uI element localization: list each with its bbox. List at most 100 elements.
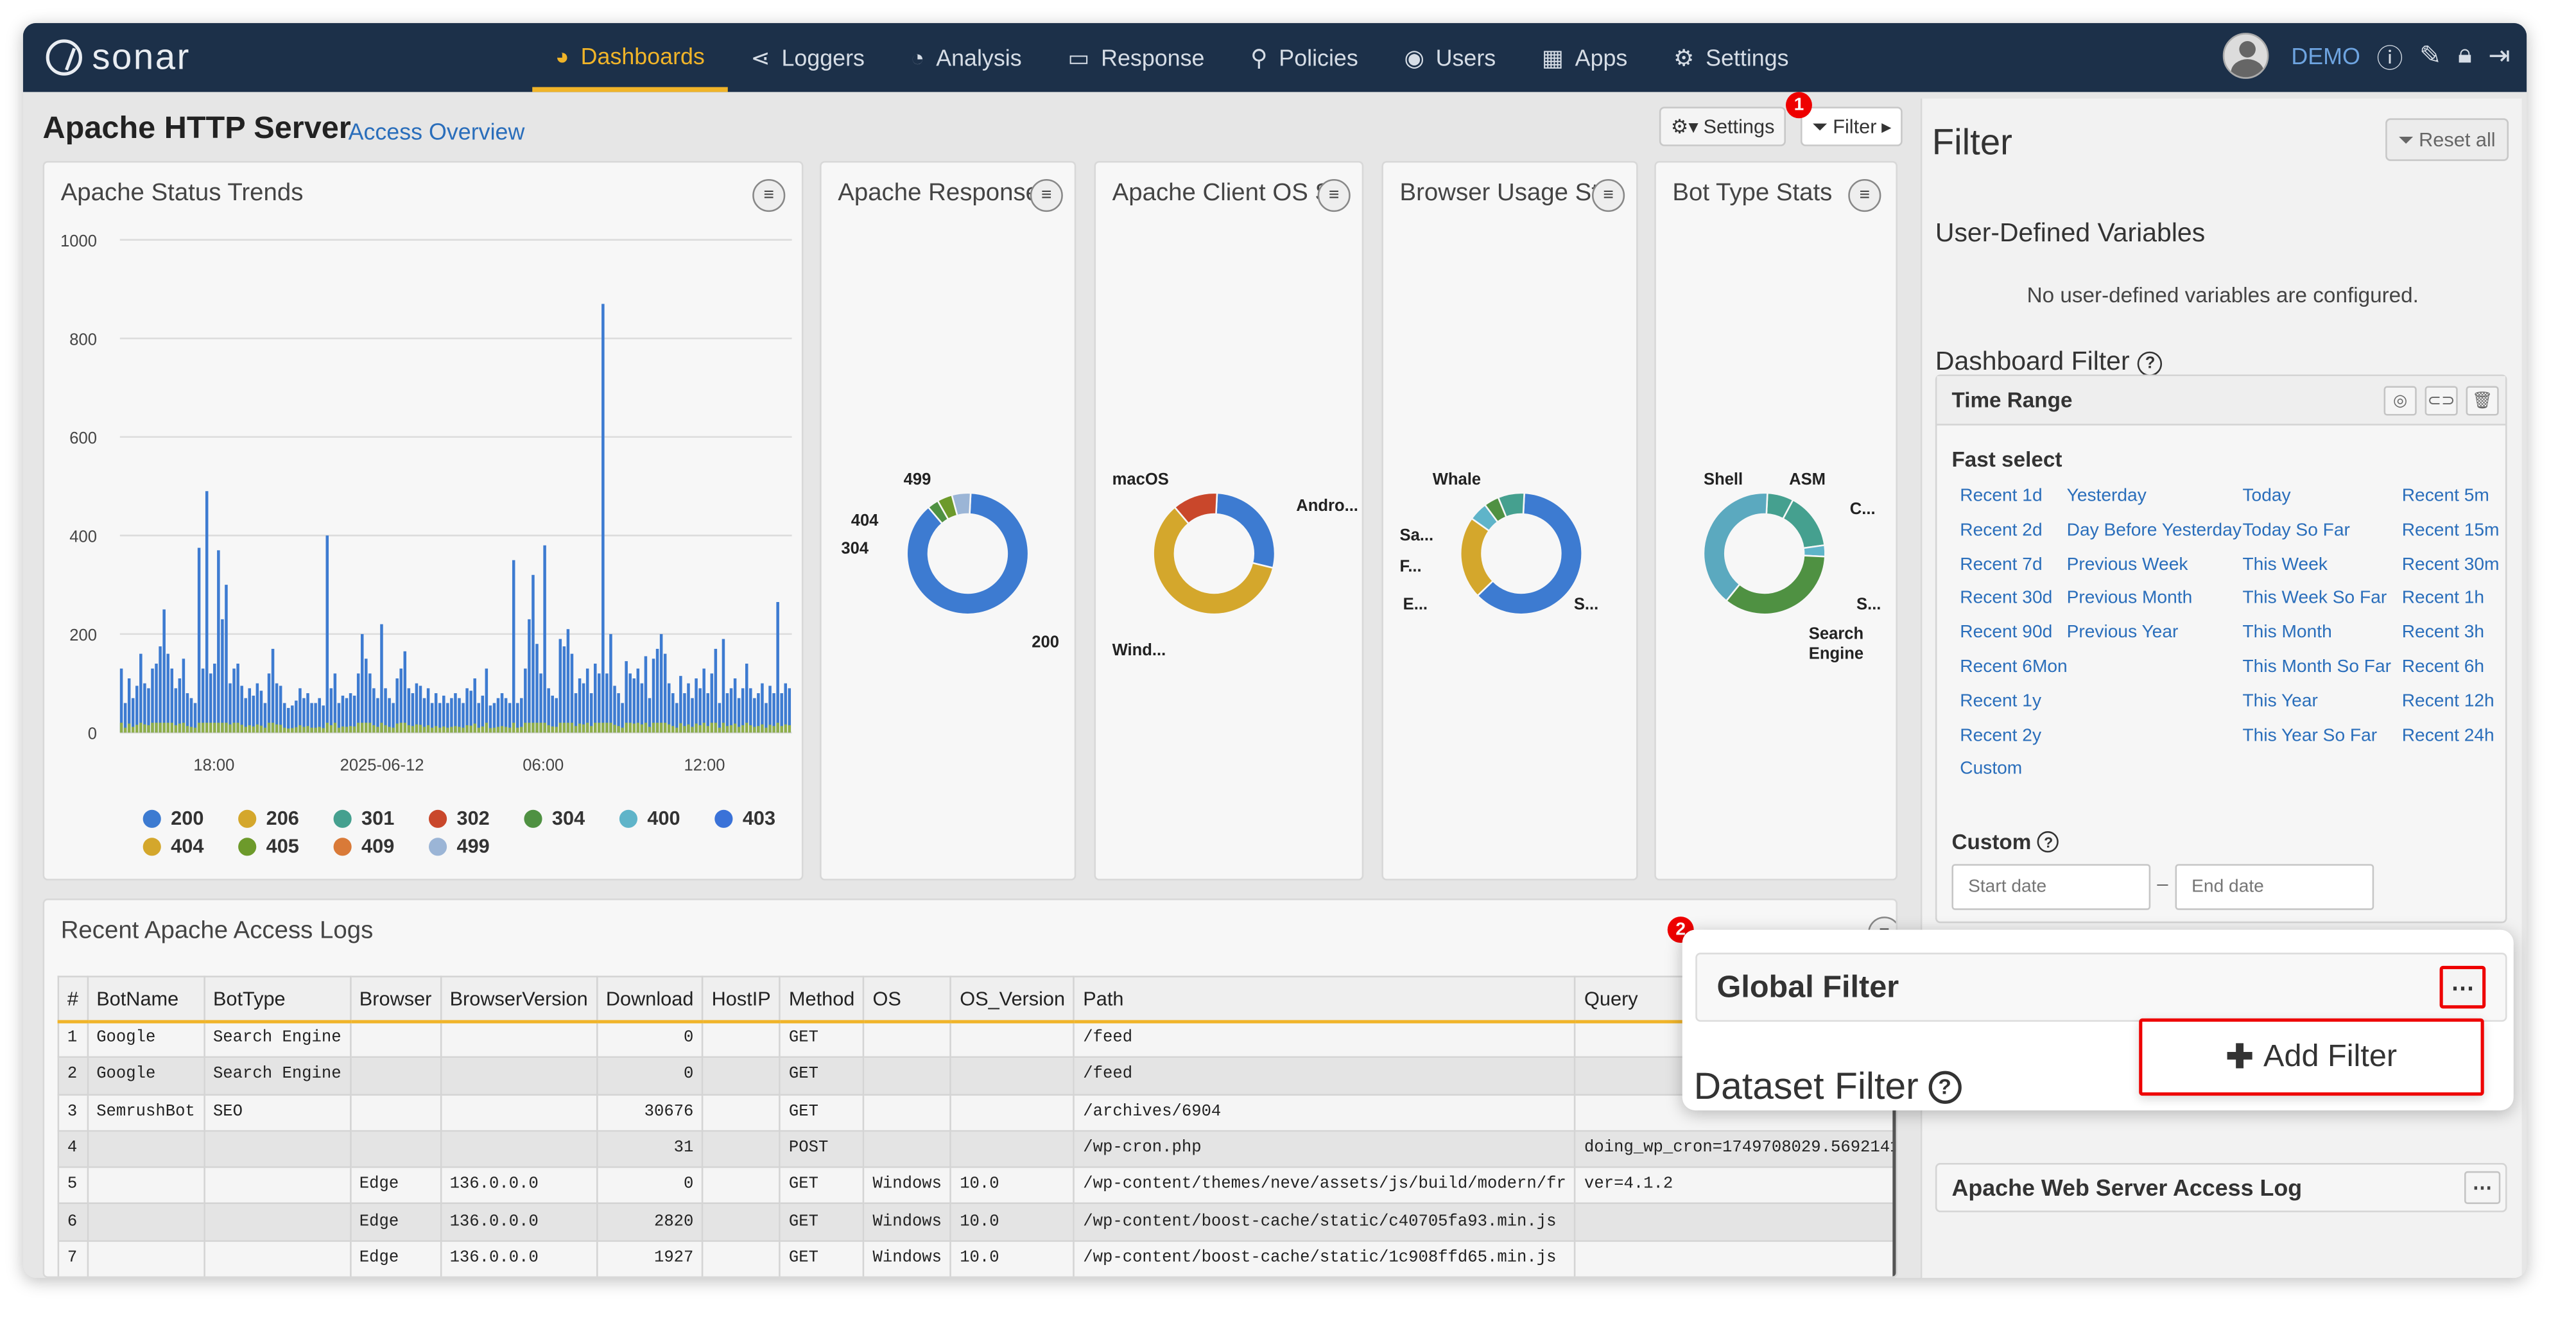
start-date-input[interactable] [1951, 864, 2151, 910]
help-icon[interactable]: ? [1928, 1070, 1962, 1103]
fast-select-link[interactable]: Recent 6h [2402, 655, 2500, 681]
table-row[interactable]: 3 SemrushBot SEO 30676 GET/archives/6904 [57, 1093, 1896, 1132]
reset-all-button[interactable]: ⏷ Reset all [2385, 118, 2509, 161]
legend-item[interactable]: 403 [714, 807, 780, 829]
filter-button[interactable]: ⏷ Filter ▸ [1801, 107, 1903, 146]
nav-response[interactable]: ▭ Response [1044, 23, 1227, 92]
fast-select-link[interactable]: This Month [2242, 621, 2391, 647]
legend-item[interactable]: 200 [143, 807, 209, 829]
fast-select-link[interactable]: Custom [1960, 758, 2067, 784]
fast-select-link[interactable]: Recent 2y [1960, 724, 2067, 750]
toggle-icon[interactable]: ⊂⊃ [2425, 386, 2458, 416]
nav-loggers[interactable]: ⋖ Loggers [728, 23, 888, 92]
sonar-logo[interactable]: sonar [46, 36, 191, 79]
slice-label: 404 [851, 512, 879, 530]
fast-select-link[interactable]: Recent 1d [1960, 485, 2067, 510]
fast-select-link[interactable]: Previous Week [2067, 553, 2242, 578]
fast-select-link[interactable]: This Month So Far [2242, 655, 2391, 681]
legend-item[interactable]: 304 [524, 807, 589, 829]
trash-icon[interactable]: 🗑︎ [2466, 386, 2499, 416]
bar-segment [143, 724, 146, 733]
fast-select-link[interactable]: Yesterday [2067, 485, 2242, 510]
bar-segment [636, 723, 640, 733]
nav-users[interactable]: ◉ Users [1381, 23, 1519, 92]
global-filter-menu-button[interactable]: ⋯ [2439, 965, 2486, 1009]
fast-select-link[interactable]: This Year [2242, 689, 2391, 715]
legend-item[interactable]: 400 [619, 807, 685, 829]
fast-select-link[interactable]: Recent 5m [2402, 485, 2500, 510]
column-header[interactable]: BotName [86, 976, 205, 1023]
fast-select-link[interactable]: Recent 24h [2402, 724, 2500, 750]
fast-select-link[interactable]: Recent 12h [2402, 689, 2500, 715]
fast-select-link[interactable]: Recent 90d [1960, 621, 2067, 647]
column-header[interactable]: BrowserVersion [440, 976, 598, 1023]
fast-select-link[interactable]: Recent 1y [1960, 689, 2067, 715]
legend-item[interactable]: 499 [428, 834, 494, 857]
fast-select-link[interactable]: This Year So Far [2242, 724, 2391, 750]
fast-select-link[interactable]: This Week So Far [2242, 587, 2391, 613]
info-icon[interactable]: ⓘ [2376, 36, 2403, 75]
bar-segment [201, 723, 205, 733]
page-subtitle[interactable]: Access Overview [349, 118, 525, 144]
column-header[interactable]: Path [1073, 976, 1577, 1023]
fast-select-link[interactable]: Recent 7d [1960, 553, 2067, 578]
legend-item[interactable]: 409 [333, 834, 399, 857]
column-header[interactable]: Download [596, 976, 704, 1023]
fast-select-link[interactable]: This Week [2242, 553, 2391, 578]
fast-select-link[interactable]: Recent 15m [2402, 519, 2500, 544]
legend-item[interactable]: 302 [428, 807, 494, 829]
legend-item[interactable]: 404 [143, 834, 209, 857]
fast-select-link[interactable]: Previous Month [2067, 587, 2242, 613]
table-row[interactable]: 4 31 POST/wp-cron.php doing_wp_cron=1749708… [57, 1130, 1896, 1169]
bar-segment [341, 726, 345, 733]
bar-segment [687, 724, 690, 733]
legend-item[interactable]: 206 [238, 807, 304, 829]
dataset-menu-button[interactable]: ⋯ [2464, 1171, 2501, 1204]
lock-icon[interactable]: 🔒︎ [2458, 41, 2472, 71]
fast-select-link[interactable]: Today [2242, 485, 2391, 510]
table-row[interactable]: 2 Google Search Engine 0 GET/feed [57, 1056, 1896, 1096]
bar-segment [119, 723, 123, 733]
column-header[interactable]: HostIP [702, 976, 781, 1023]
bar-segment [267, 723, 271, 733]
column-header[interactable]: Method [779, 976, 865, 1023]
logout-icon[interactable]: ⇥ [2488, 39, 2510, 72]
settings-button[interactable]: ⚙▾ Settings [1659, 107, 1786, 146]
fast-select-link[interactable]: Recent 6Mon [1960, 655, 2067, 681]
legend-item[interactable]: 301 [333, 807, 399, 829]
fast-select-link[interactable]: Day Before Yesterday [2067, 519, 2242, 544]
column-header[interactable]: # [57, 976, 89, 1023]
table-row[interactable]: 5 Edge 136.0.0.0 0 GET Windows 10.0/wp-content… [57, 1166, 1896, 1205]
column-header[interactable]: OS [863, 976, 952, 1023]
fast-select-link[interactable]: Recent 3h [2402, 621, 2500, 647]
help-icon[interactable]: ? [2138, 350, 2163, 375]
legend-label: 404 [171, 834, 204, 857]
nav-settings[interactable]: ⚙ Settings [1650, 23, 1811, 92]
nav-apps[interactable]: ▦ Apps [1519, 23, 1650, 92]
end-date-input[interactable] [2175, 864, 2374, 910]
user-name[interactable]: DEMO [2291, 43, 2360, 69]
table-row[interactable]: 7 Edge 136.0.0.0 1927 GET Windows 10.0/wp-cont… [57, 1239, 1896, 1277]
fast-select-link[interactable]: Recent 1h [2402, 587, 2500, 613]
eye-slash-icon[interactable]: ◎ [2383, 386, 2417, 416]
avatar[interactable] [2222, 33, 2269, 79]
nav-dashboards[interactable]: ◕ Dashboards [532, 23, 728, 92]
legend-item[interactable]: 405 [238, 834, 304, 857]
table-row[interactable]: 6 Edge 136.0.0.0 2820 GET Windows 10.0/wp-cont… [57, 1203, 1896, 1242]
bar-segment [244, 727, 247, 733]
nav-policies[interactable]: ⚲ Policies [1227, 23, 1381, 92]
add-filter-menu-item[interactable]: ✚ Add Filter [2139, 1018, 2484, 1096]
nav-analysis[interactable]: ◔ Analysis [888, 23, 1045, 92]
table-cell [349, 1056, 442, 1096]
fast-select-link[interactable]: Recent 30m [2402, 553, 2500, 578]
column-header[interactable]: BotType [203, 976, 351, 1023]
fast-select-link[interactable]: Recent 2d [1960, 519, 2067, 544]
fast-select-link[interactable]: Previous Year [2067, 621, 2242, 647]
column-header[interactable]: OS_Version [949, 976, 1075, 1023]
help-icon[interactable]: ? [2037, 831, 2059, 853]
column-header[interactable]: Browser [349, 976, 442, 1023]
ticket-icon[interactable]: ✎ [2419, 39, 2441, 72]
fast-select-link[interactable]: Today So Far [2242, 519, 2391, 544]
fast-select-link[interactable]: Recent 30d [1960, 587, 2067, 613]
table-row[interactable]: 1 Google Search Engine 0 GET/feed [57, 1020, 1896, 1058]
